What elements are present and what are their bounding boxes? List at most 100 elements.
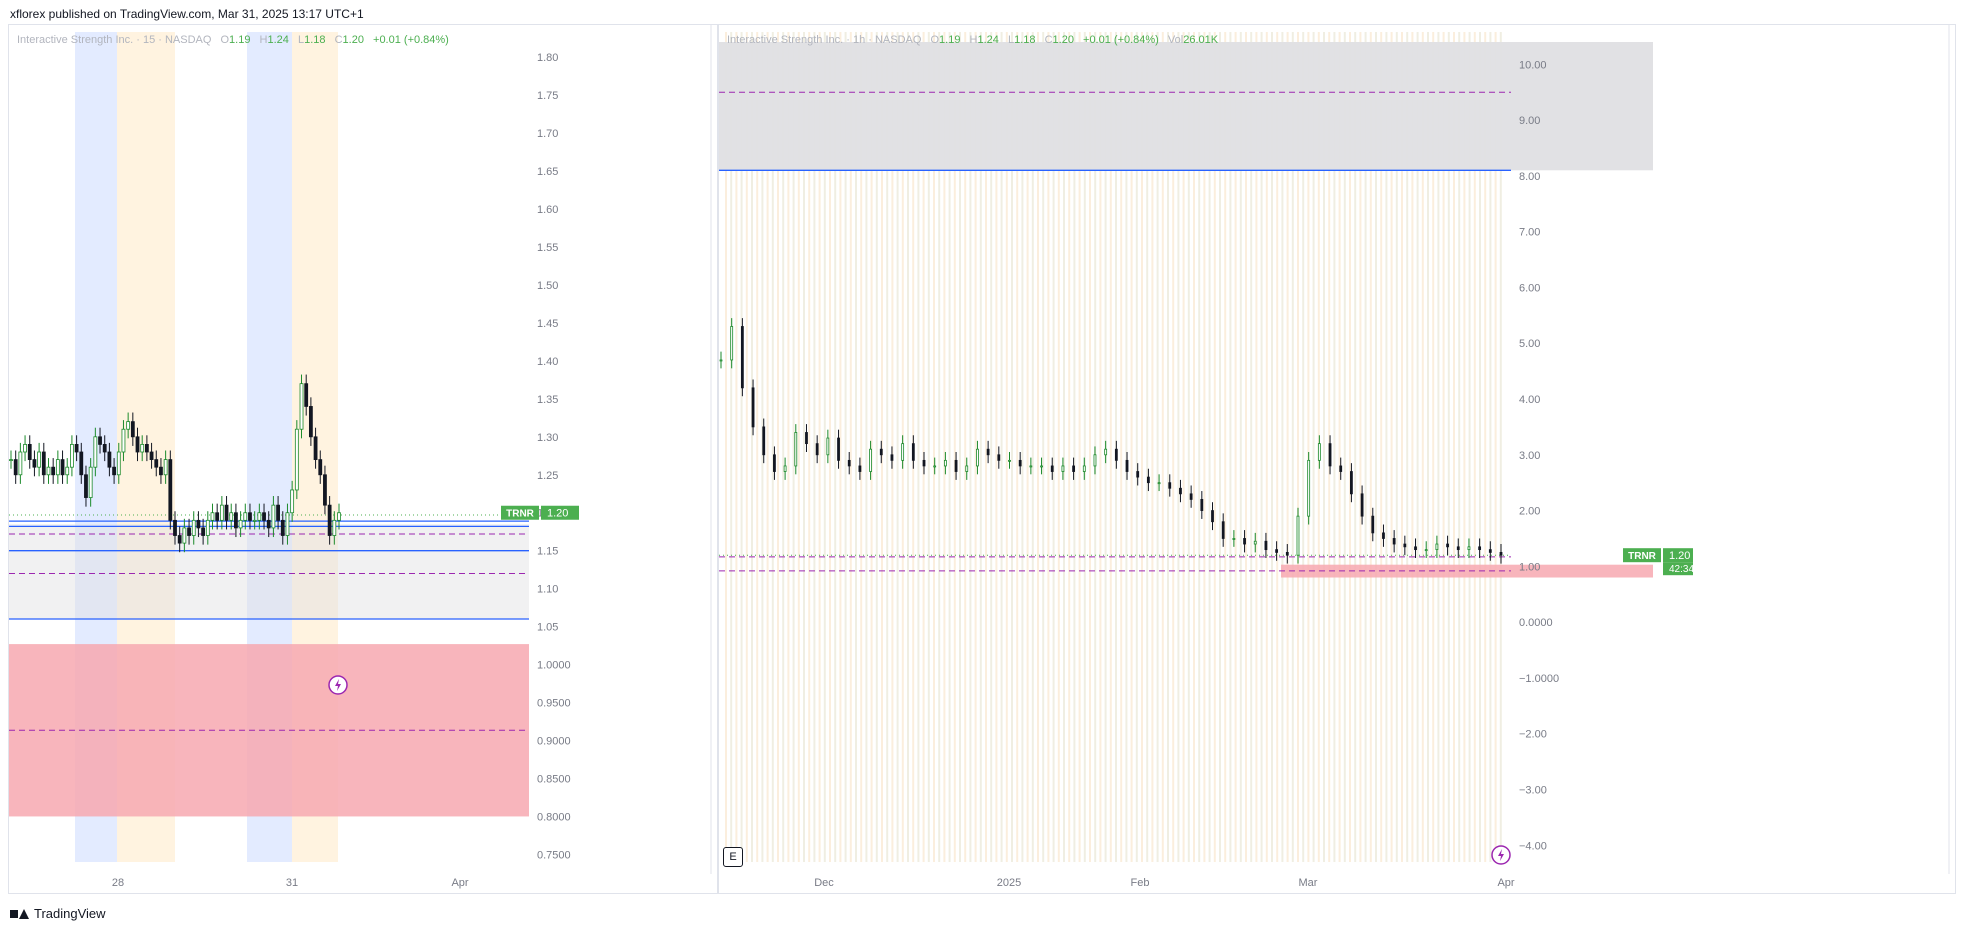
earnings-icon[interactable]: E xyxy=(723,847,743,867)
candle-body-37 xyxy=(1114,448,1118,461)
candle-body-46 xyxy=(1211,510,1214,523)
candle-body-21 xyxy=(107,451,112,468)
candle-body-57 xyxy=(276,504,280,521)
candle-body-23 xyxy=(116,451,121,476)
candle-body-73 xyxy=(1499,552,1503,556)
x-tick-label-0: Dec xyxy=(814,877,834,889)
y-tick-label-10: 1.30 xyxy=(537,432,558,444)
candle-body-48 xyxy=(234,512,238,529)
y-tick-label-11: −1.0000 xyxy=(1519,673,1559,685)
left-close: 1.20 xyxy=(342,34,364,46)
candle-body-8 xyxy=(805,432,808,445)
y-tick-label-1: 1.75 xyxy=(537,90,558,102)
candle-body-12 xyxy=(65,466,70,476)
x-tick-label-1: 31 xyxy=(286,877,298,889)
y-tick-label-8: 1.40 xyxy=(537,356,558,368)
red-zone-1 xyxy=(1281,564,1653,578)
candle-body-45 xyxy=(219,504,224,521)
candle-body-62 xyxy=(1382,532,1385,539)
x-tick-label-0: 28 xyxy=(112,877,124,889)
candle-body-12 xyxy=(847,459,851,467)
candle-body-58 xyxy=(280,519,285,536)
candle-body-54 xyxy=(262,512,266,521)
candle-body-6 xyxy=(37,451,42,468)
candle-body-57 xyxy=(1328,443,1332,467)
tradingview-logo-icon xyxy=(10,908,29,920)
y-tick-label-0: 1.80 xyxy=(537,52,558,64)
countdown-tag: 42:34 xyxy=(1669,564,1694,575)
grey-zone-0 xyxy=(719,42,1653,171)
candle-body-14 xyxy=(869,448,872,472)
candle-body-0 xyxy=(9,459,13,461)
candle-body-28 xyxy=(140,444,145,453)
candle-body-3 xyxy=(23,444,27,453)
candle-body-64 xyxy=(1403,543,1407,548)
left-change: +0.01 (+0.84%) xyxy=(373,34,449,46)
published-by-header: xflorex published on TradingView.com, Ma… xyxy=(10,7,364,21)
candle-body-9 xyxy=(815,443,819,456)
candle-body-5 xyxy=(32,459,37,468)
candle-body-60 xyxy=(1360,493,1364,517)
candle-body-52 xyxy=(252,519,257,522)
candle-body-43 xyxy=(1179,487,1182,495)
candle-body-33 xyxy=(1072,465,1076,472)
price-value-tag: 1.20 xyxy=(1669,550,1690,562)
left-chart-panel[interactable]: 1.80 1.75 1.70 1.65 1.60 1.55 1.50 1.45 1.40 1.35… xyxy=(8,24,718,894)
right-chart-svg[interactable]: 10.00 9.00 8.00 7.00 6.00 5.00 4.00 3.00 2.00 1.0… xyxy=(719,25,1955,893)
candle-body-36 xyxy=(1104,448,1108,456)
candle-body-15 xyxy=(79,451,84,476)
y-tick-label-21: 0.7500 xyxy=(537,849,571,861)
candle-body-1 xyxy=(730,326,734,361)
candle-body-44 xyxy=(1189,493,1193,500)
candle-body-27 xyxy=(1008,459,1011,462)
candle-body-30 xyxy=(149,451,154,460)
candle-body-69 xyxy=(1456,546,1460,551)
candle-body-66 xyxy=(318,459,323,476)
right-chart-title: Interactive Strength Inc. · 1h · NASDAQ xyxy=(727,34,922,46)
left-chart-title: Interactive Strength Inc. · 15 · NASDAQ xyxy=(17,34,212,46)
x-tick-label-2: Feb xyxy=(1131,877,1150,889)
candle-body-56 xyxy=(1317,443,1321,461)
candle-body-47 xyxy=(229,512,234,521)
right-chart-panel[interactable]: 10.00 9.00 8.00 7.00 6.00 5.00 4.00 3.00 2.00 1.0… xyxy=(718,24,1956,894)
y-tick-label-7: 3.00 xyxy=(1519,450,1540,462)
y-tick-label-9: 1.35 xyxy=(537,394,558,406)
candle-body-10 xyxy=(826,437,830,456)
candle-body-65 xyxy=(313,436,318,460)
candle-body-46 xyxy=(224,504,229,521)
y-tick-label-13: 1.15 xyxy=(537,546,558,558)
candle-body-7 xyxy=(41,451,46,476)
right-open: 1.19 xyxy=(939,34,961,46)
left-chart-svg[interactable]: 1.80 1.75 1.70 1.65 1.60 1.55 1.50 1.45 1.40 1.35… xyxy=(9,25,717,893)
candle-body-13 xyxy=(858,465,862,472)
x-tick-label-1: 2025 xyxy=(997,877,1021,889)
y-tick-label-6: 4.00 xyxy=(1519,394,1540,406)
candle-body-29 xyxy=(1029,465,1033,468)
candle-body-28 xyxy=(1018,459,1022,467)
y-tick-label-12: −2.00 xyxy=(1519,729,1547,741)
y-tick-label-17: 0.9500 xyxy=(537,698,571,710)
y-tick-label-10: 0.0000 xyxy=(1519,617,1553,629)
candle-body-22 xyxy=(112,466,116,476)
candle-body-61 xyxy=(1371,515,1375,534)
candle-body-50 xyxy=(1253,540,1257,545)
candle-body-55 xyxy=(266,519,271,529)
y-tick-label-3: 7.00 xyxy=(1519,227,1540,239)
y-tick-label-9: 1.00 xyxy=(1519,561,1540,573)
y-tick-label-14: 1.10 xyxy=(537,584,558,596)
candle-body-51 xyxy=(1264,540,1268,551)
candle-body-71 xyxy=(1478,546,1482,551)
grey-zone-0 xyxy=(9,524,529,620)
candle-body-20 xyxy=(102,444,107,453)
candle-body-64 xyxy=(308,406,313,438)
candle-body-8 xyxy=(46,466,51,476)
candle-body-17 xyxy=(88,466,93,498)
candle-body-61 xyxy=(294,428,299,491)
candle-body-15 xyxy=(879,448,883,456)
y-tick-label-19: 0.8500 xyxy=(537,773,571,785)
candle-body-23 xyxy=(965,465,969,472)
candle-body-22 xyxy=(954,459,958,472)
candle-body-19 xyxy=(98,436,102,445)
candle-body-70 xyxy=(1467,546,1471,551)
y-tick-label-13: −3.00 xyxy=(1519,784,1547,796)
